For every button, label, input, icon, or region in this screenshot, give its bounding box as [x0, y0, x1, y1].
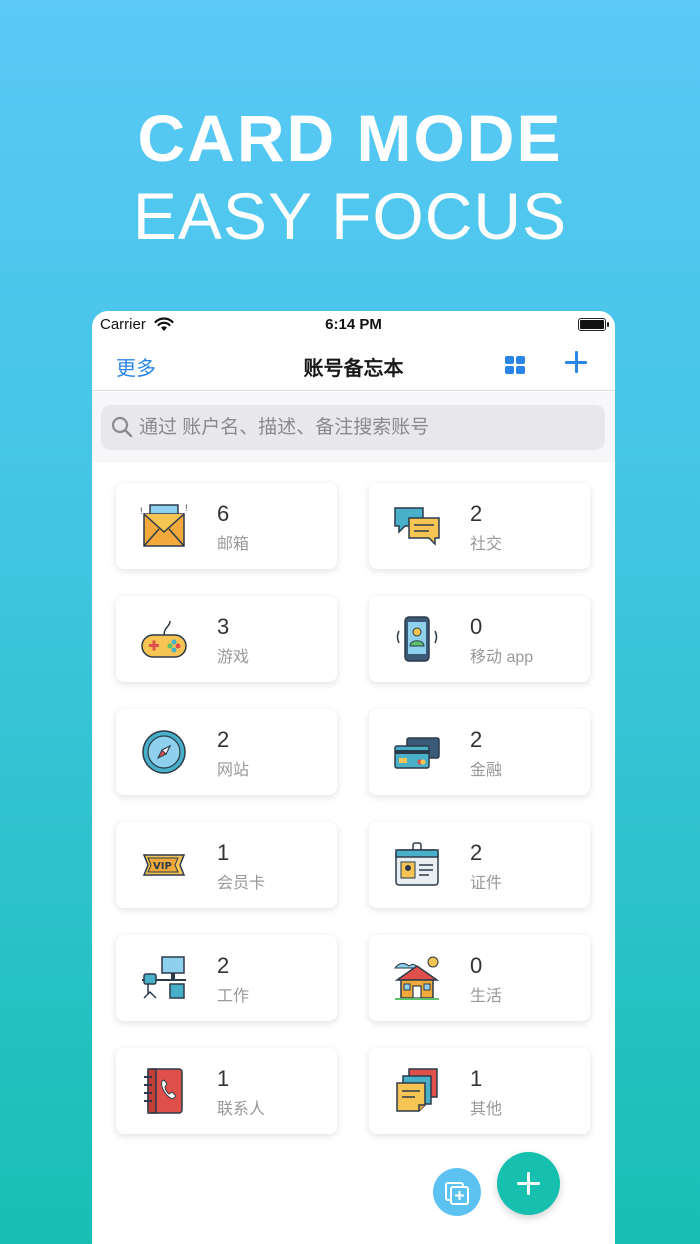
category-card-website[interactable]: 2 网站 [116, 709, 337, 795]
add-category-button[interactable] [433, 1168, 481, 1216]
category-label: 联系人 [217, 1101, 266, 1118]
search-input[interactable] [139, 405, 589, 450]
status-bar: Carrier 6:14 PM [92, 311, 615, 339]
svg-text:!: ! [185, 503, 188, 513]
category-count: 3 [217, 614, 230, 639]
add-folder-icon [445, 1182, 469, 1205]
category-label: 证件 [470, 875, 503, 892]
category-label: 移动 app [470, 649, 534, 666]
workstation-icon [142, 956, 186, 999]
category-label: 网站 [217, 762, 250, 779]
category-count: 2 [217, 953, 230, 978]
contact-book-icon [144, 1068, 183, 1114]
category-label: 工作 [217, 988, 250, 1005]
category-card-social[interactable]: 2 社交 [369, 483, 590, 569]
credit-card-icon [394, 737, 440, 769]
category-card-life[interactable]: 0 生活 [369, 935, 590, 1021]
category-label: 邮箱 [217, 536, 250, 553]
category-card-other[interactable]: 1 其他 [369, 1048, 590, 1134]
category-card-mobile-app[interactable]: 0 移动 app [369, 596, 590, 682]
search-bar[interactable] [101, 405, 605, 450]
category-label: 其他 [470, 1101, 503, 1118]
category-card-finance[interactable]: 2 金融 [369, 709, 590, 795]
category-card-documents[interactable]: 2 证件 [369, 822, 590, 908]
category-count: 2 [470, 727, 483, 752]
category-count: 2 [470, 501, 483, 526]
svg-text:VIP: VIP [153, 861, 172, 872]
category-card-games[interactable]: 3 游戏 [116, 596, 337, 682]
house-icon [393, 956, 440, 1000]
category-label: 生活 [470, 988, 503, 1005]
vip-ticket-icon: VIP [142, 854, 186, 876]
gamepad-icon [141, 620, 187, 658]
category-label: 会员卡 [217, 875, 266, 892]
svg-text:!: ! [140, 506, 143, 516]
chat-icon [394, 507, 440, 546]
category-count: 6 [217, 501, 230, 526]
id-card-icon [395, 842, 439, 886]
add-account-button[interactable] [497, 1152, 560, 1215]
mobile-icon [396, 616, 438, 662]
add-icon[interactable] [562, 348, 590, 376]
category-label: 金融 [470, 762, 503, 779]
category-count: 0 [470, 614, 483, 639]
category-card-membership[interactable]: VIP 1 会员卡 [116, 822, 337, 908]
compass-icon [142, 730, 186, 774]
battery-icon [578, 318, 609, 331]
grid-view-icon[interactable] [505, 356, 525, 376]
hero-subtitle: EASY FOCUS [132, 179, 568, 253]
search-section [92, 392, 615, 462]
category-grid: !! 6 邮箱 2 社交 3 游戏 0 移动 app 2 网站 2 金融 VIP… [92, 462, 615, 1162]
category-card-mail[interactable]: !! 6 邮箱 [116, 483, 337, 569]
category-card-work[interactable]: 2 工作 [116, 935, 337, 1021]
category-count: 1 [470, 1066, 483, 1091]
category-count: 1 [217, 1066, 230, 1091]
category-count: 0 [470, 953, 483, 978]
category-count: 1 [217, 840, 230, 865]
status-time: 6:14 PM [325, 316, 382, 333]
search-icon [111, 416, 133, 438]
phone-screen: Carrier 6:14 PM 更多 账号备忘本 通过 账户名、描述、备注搜索账… [92, 311, 615, 1244]
notes-icon [396, 1068, 438, 1112]
hero-title: CARD MODE [137, 101, 563, 175]
category-count: 2 [217, 727, 230, 752]
page-title: 账号备忘本 [303, 358, 404, 380]
navigation-bar: 更多 账号备忘本 [92, 339, 615, 391]
category-label: 社交 [470, 536, 503, 553]
category-count: 2 [470, 840, 483, 865]
category-card-contacts[interactable]: 1 联系人 [116, 1048, 337, 1134]
mail-icon: !! [140, 503, 188, 547]
category-label: 游戏 [217, 649, 250, 666]
